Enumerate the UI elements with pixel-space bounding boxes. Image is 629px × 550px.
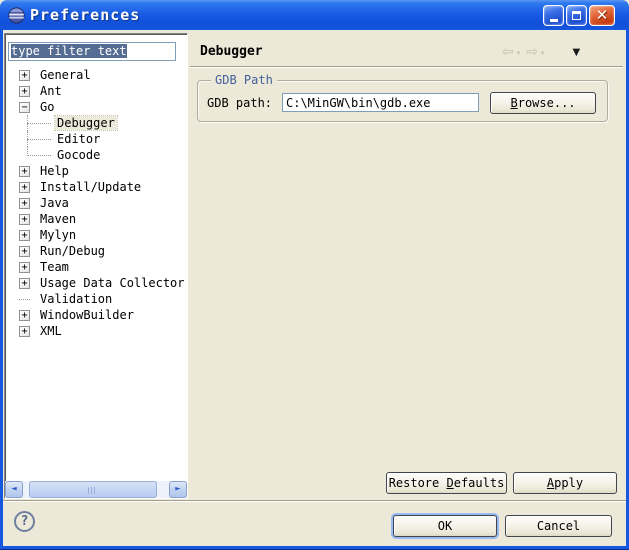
header-separator <box>190 66 623 68</box>
sidebar-item-label: Validation <box>38 292 114 306</box>
sidebar-item-gocode[interactable]: Gocode <box>5 147 187 163</box>
minimize-button[interactable] <box>543 5 564 26</box>
sidebar-item-team[interactable]: + Team <box>5 259 187 275</box>
expand-icon[interactable]: + <box>19 198 30 209</box>
window-title: Preferences <box>30 6 140 24</box>
expand-icon[interactable]: + <box>19 70 30 81</box>
sidebar-item-label: Install/Update <box>38 180 143 194</box>
sidebar-item-label: Editor <box>55 132 102 146</box>
expand-icon[interactable]: + <box>19 246 30 257</box>
restore-label-rest: efaults <box>454 476 505 490</box>
expand-icon[interactable]: + <box>19 230 30 241</box>
window-border-bottom <box>0 546 629 550</box>
restore-accel: D <box>446 476 453 490</box>
apply-accel: A <box>547 476 554 490</box>
scrollbar-grip-icon <box>88 487 97 494</box>
gdb-path-label: GDB path: <box>207 94 272 112</box>
page-title: Debugger <box>200 44 263 59</box>
sidebar-item-install-update[interactable]: + Install/Update <box>5 179 187 195</box>
browse-label-rest: rowse... <box>518 96 576 110</box>
back-arrow-icon[interactable]: ⇦ <box>502 44 514 60</box>
cancel-button[interactable]: Cancel <box>505 515 612 537</box>
tree-connector <box>19 299 30 300</box>
titlebar: Preferences ✕ <box>0 0 629 30</box>
ok-button[interactable]: OK <box>393 515 497 537</box>
apply-button[interactable]: Apply <box>513 472 617 494</box>
tree-connector <box>27 155 51 156</box>
sidebar-item-go[interactable]: −Go <box>5 99 187 115</box>
expand-icon[interactable]: + <box>19 326 30 337</box>
browse-button[interactable]: Browse... <box>490 92 596 114</box>
minimize-icon <box>550 19 558 22</box>
preferences-dialog: Preferences ✕ type filter text +General+… <box>0 0 629 550</box>
filter-input[interactable]: type filter text <box>8 42 176 61</box>
apply-label-rest: pply <box>554 476 583 490</box>
maximize-icon <box>572 11 581 20</box>
sidebar-item-editor[interactable]: Editor <box>5 131 187 147</box>
view-menu-icon[interactable]: ▼ <box>573 47 581 58</box>
sidebar-item-xml[interactable]: + XML <box>5 323 187 339</box>
sidebar-item-label: Maven <box>38 212 78 226</box>
sidebar-item-validation[interactable]: Validation <box>5 291 187 307</box>
tree-connector <box>27 123 51 124</box>
sidebar-item-label: Go <box>38 100 56 114</box>
maximize-button[interactable] <box>566 5 587 26</box>
sidebar-item-windowbuilder[interactable]: + WindowBuilder <box>5 307 187 323</box>
tree-connector <box>27 139 51 140</box>
sidebar-item-label: Ant <box>38 84 64 98</box>
forward-dropdown-icon[interactable]: ▾ <box>541 49 545 57</box>
expand-icon[interactable]: + <box>19 182 30 193</box>
back-dropdown-icon[interactable]: ▾ <box>517 49 521 57</box>
close-icon: ✕ <box>596 8 609 23</box>
sidebar-item-mylyn[interactable]: + Mylyn <box>5 227 187 243</box>
sidebar-item-label: Team <box>38 260 71 274</box>
forward-arrow-icon[interactable]: ⇨ <box>526 44 538 60</box>
sidebar-item-usage-data-collector[interactable]: + Usage Data Collector <box>5 275 187 291</box>
expand-icon[interactable]: + <box>19 214 30 225</box>
sidebar-item-ant[interactable]: + Ant <box>5 83 187 99</box>
sidebar-item-label: Mylyn <box>38 228 78 242</box>
footer-separator <box>3 500 626 502</box>
restore-defaults-button[interactable]: Restore Defaults <box>386 472 507 494</box>
sidebar-item-label: Usage Data Collector <box>38 276 187 290</box>
sidebar-item-label: Gocode <box>55 148 102 162</box>
scrollbar-right-arrow-icon[interactable]: ► <box>169 481 187 498</box>
help-icon: ? <box>21 514 29 529</box>
expand-icon[interactable]: + <box>19 278 30 289</box>
sidebar-item-debugger[interactable]: Debugger <box>5 115 187 131</box>
gdb-path-group: GDB Path GDB path: Browse... <box>197 80 608 122</box>
tree-horizontal-scrollbar[interactable]: ◄ ► <box>5 481 187 498</box>
sidebar-item-label: WindowBuilder <box>38 308 136 322</box>
sidebar-item-label: Run/Debug <box>38 244 107 258</box>
expand-icon[interactable]: + <box>19 262 30 273</box>
sidebar-item-label: Help <box>38 164 71 178</box>
sidebar-item-maven[interactable]: + Maven <box>5 211 187 227</box>
scrollbar-thumb[interactable] <box>29 481 157 498</box>
sidebar-item-run-debug[interactable]: + Run/Debug <box>5 243 187 259</box>
eclipse-icon <box>8 7 25 24</box>
restore-label: Restore <box>389 476 447 490</box>
sidebar-item-general[interactable]: + General <box>5 67 187 83</box>
close-button[interactable]: ✕ <box>589 5 615 26</box>
sidebar-item-label: Debugger <box>55 116 117 130</box>
collapse-icon[interactable]: − <box>19 102 30 113</box>
group-title: GDB Path <box>211 73 277 87</box>
filter-selected-text: type filter text <box>11 44 127 58</box>
sidebar-item-java[interactable]: + Java <box>5 195 187 211</box>
sidebar-item-label: XML <box>38 324 64 338</box>
expand-icon[interactable]: + <box>19 166 30 177</box>
expand-icon[interactable]: + <box>19 310 30 321</box>
help-button[interactable]: ? <box>14 511 35 532</box>
sidebar-item-label: Java <box>38 196 71 210</box>
sidebar-item-label: General <box>38 68 93 82</box>
header-nav: ⇦ ▾ ⇨ ▾ ▼ <box>502 44 580 60</box>
preferences-tree: +General+Ant−GoDebuggerEditorGocode+Help… <box>5 67 187 339</box>
sidebar-item-help[interactable]: + Help <box>5 163 187 179</box>
gdb-path-input[interactable] <box>282 93 479 112</box>
expand-icon[interactable]: + <box>19 86 30 97</box>
browse-accel: B <box>510 96 517 110</box>
scrollbar-left-arrow-icon[interactable]: ◄ <box>5 481 23 498</box>
